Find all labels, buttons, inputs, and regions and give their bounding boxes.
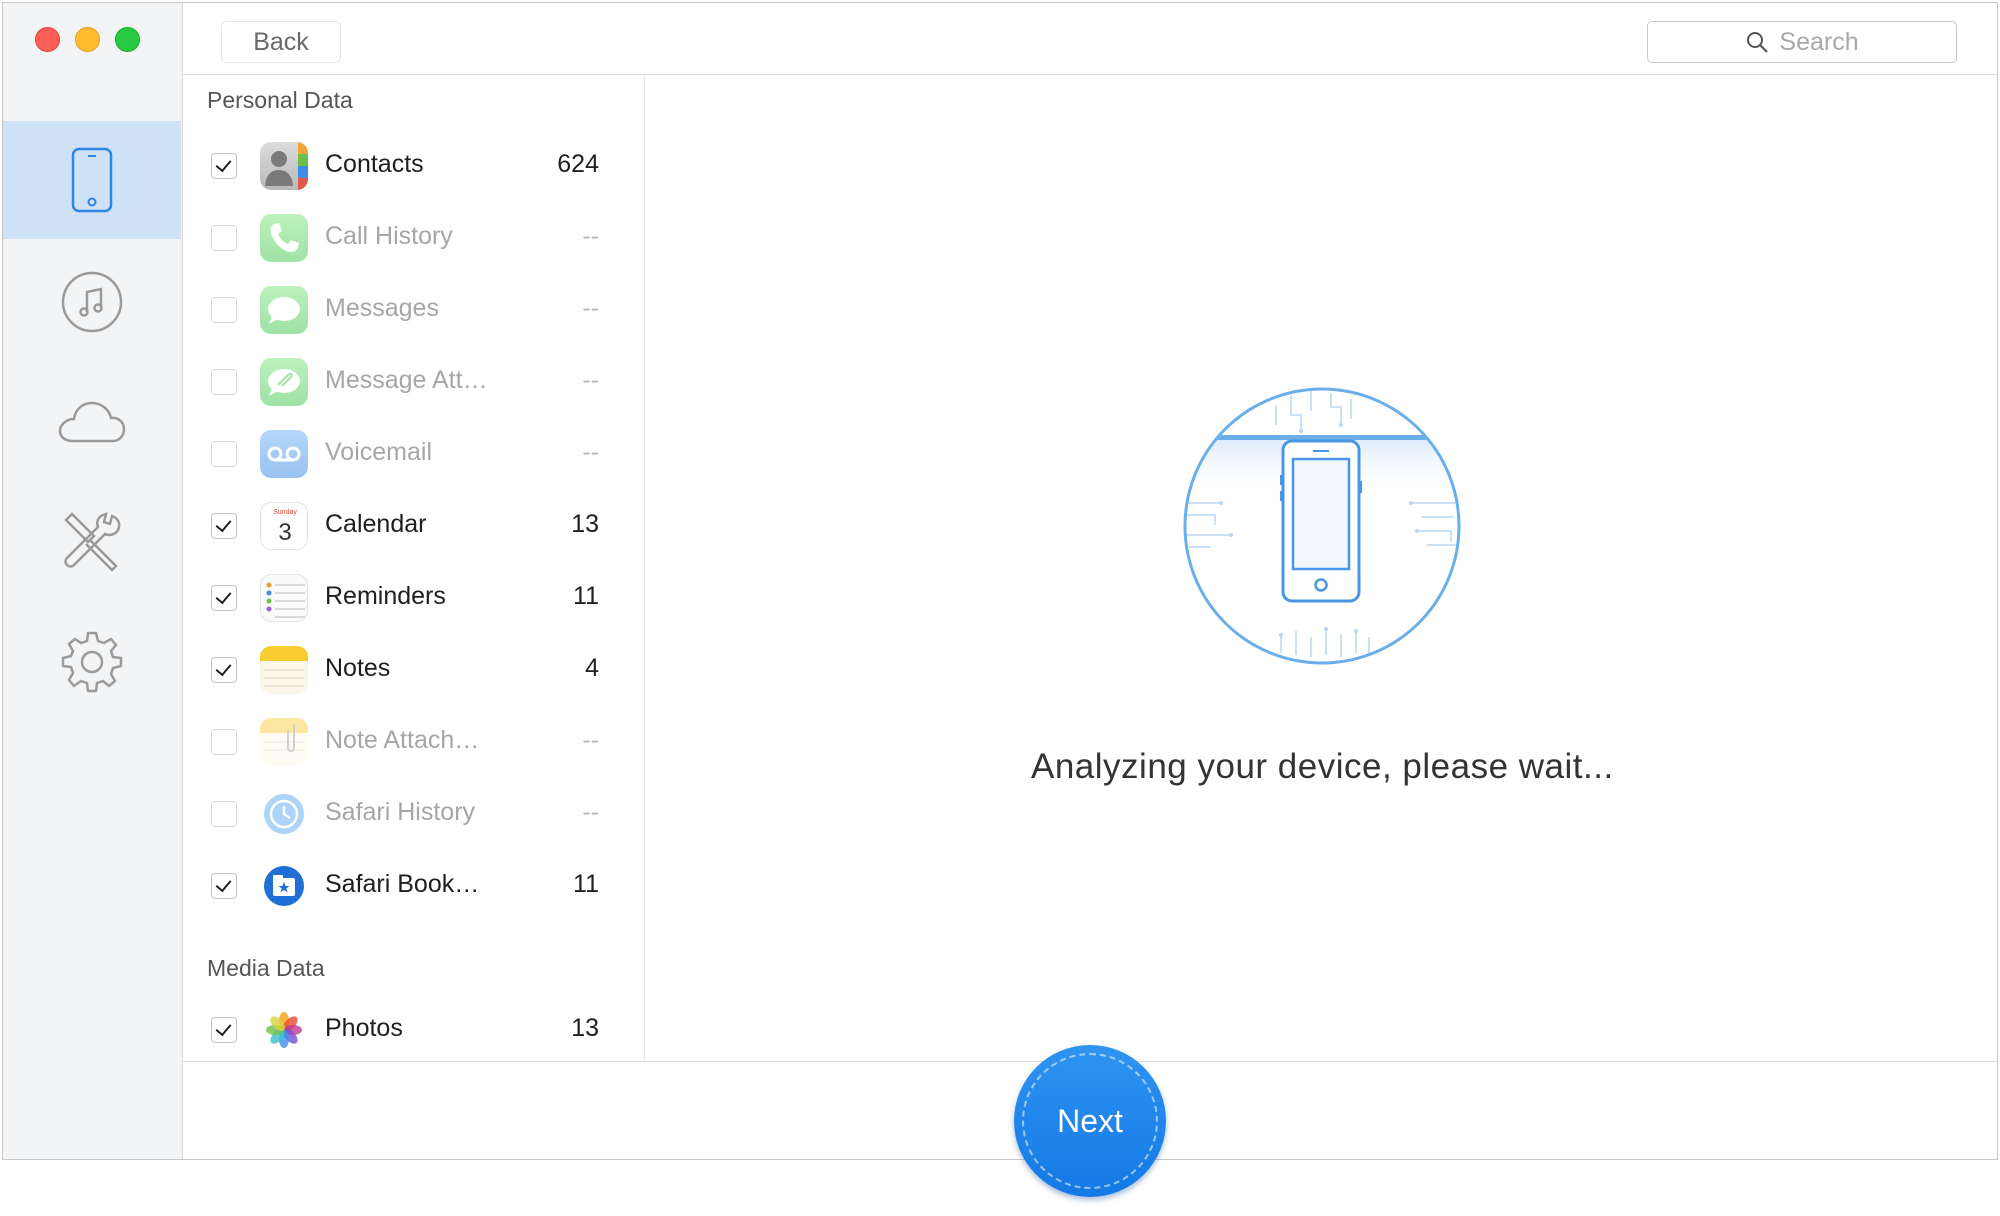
sidebar-item-tools[interactable] — [3, 483, 181, 601]
note-attachment-icon — [260, 718, 308, 766]
maximize-window-button[interactable] — [115, 27, 140, 52]
message-attachments-checkbox[interactable] — [211, 369, 237, 395]
contacts-label: Contacts — [325, 150, 424, 178]
contacts-icon — [260, 142, 308, 190]
list-item-voicemail[interactable]: Voicemail -- — [183, 418, 643, 490]
status-message: Analyzing your device, please wait... — [1031, 747, 1614, 786]
voicemail-count: -- — [582, 438, 599, 466]
phone-icon — [71, 147, 113, 213]
notes-icon — [260, 646, 308, 694]
data-category-list: Personal Data Contacts 624 Call History … — [183, 75, 645, 1061]
analyzing-device-illustration — [1183, 387, 1461, 665]
photos-count: 13 — [571, 1014, 599, 1042]
contacts-count: 624 — [557, 150, 599, 178]
message-attachment-icon — [260, 358, 308, 406]
calendar-count: 13 — [571, 510, 599, 538]
search-placeholder: Search — [1779, 27, 1859, 56]
list-item-notes[interactable]: Notes 4 — [183, 634, 643, 706]
safari-bookmarks-icon — [260, 862, 308, 910]
reminders-count: 11 — [573, 582, 599, 610]
calendar-label: Calendar — [325, 510, 427, 538]
gear-icon — [61, 631, 123, 693]
list-item-reminders[interactable]: Reminders 11 — [183, 562, 643, 634]
search-icon — [1747, 32, 1769, 53]
safari-history-checkbox[interactable] — [211, 801, 237, 827]
calendar-checkbox[interactable] — [211, 513, 237, 539]
notes-checkbox[interactable] — [211, 657, 237, 683]
messages-icon — [260, 286, 308, 334]
sidebar-item-settings[interactable] — [3, 603, 181, 721]
messages-count: -- — [582, 294, 599, 322]
safari-history-count: -- — [582, 798, 599, 826]
app-window: Back Search Personal Data Contacts 624 C… — [2, 2, 1998, 1160]
list-item-messages[interactable]: Messages -- — [183, 274, 643, 346]
safari-bookmarks-checkbox[interactable] — [211, 873, 237, 899]
toolbar: Back Search — [183, 3, 1997, 75]
sidebar-item-device[interactable] — [3, 121, 181, 239]
section-title-media: Media Data — [207, 955, 325, 981]
call-history-count: -- — [582, 222, 599, 250]
photos-checkbox[interactable] — [211, 1017, 237, 1043]
notes-label: Notes — [325, 654, 391, 682]
list-item-message-attachments[interactable]: Message Att… -- — [183, 346, 643, 418]
message-attachments-label: Message Att… — [325, 366, 488, 394]
reminders-icon — [260, 574, 308, 622]
list-item-note-attachments[interactable]: Note Attach… -- — [183, 706, 643, 778]
note-attachments-checkbox[interactable] — [211, 729, 237, 755]
voicemail-label: Voicemail — [325, 438, 432, 466]
cloud-icon — [58, 401, 126, 443]
music-icon — [61, 271, 123, 333]
list-item-safari-bookmarks[interactable]: Safari Book… 11 — [183, 850, 643, 922]
phone-call-icon — [260, 214, 308, 262]
call-history-checkbox[interactable] — [211, 225, 237, 251]
photos-icon — [260, 1006, 308, 1054]
call-history-label: Call History — [325, 222, 453, 250]
note-attachments-count: -- — [582, 726, 599, 754]
reminders-label: Reminders — [325, 582, 446, 610]
sidebar-item-music[interactable] — [3, 243, 181, 361]
list-item-call-history[interactable]: Call History -- — [183, 202, 643, 274]
safari-history-icon — [260, 790, 308, 838]
back-button[interactable]: Back — [221, 21, 341, 63]
next-button-label: Next — [1057, 1102, 1123, 1139]
sidebar-item-icloud[interactable] — [3, 363, 181, 481]
reminders-checkbox[interactable] — [211, 585, 237, 611]
notes-count: 4 — [585, 654, 599, 682]
voicemail-icon — [260, 430, 308, 478]
list-item-photos[interactable]: Photos 13 — [183, 994, 643, 1066]
contacts-checkbox[interactable] — [211, 153, 237, 179]
photos-label: Photos — [325, 1014, 403, 1042]
list-item-contacts[interactable]: Contacts 624 — [183, 130, 643, 202]
next-button[interactable]: Next — [1014, 1045, 1166, 1197]
list-item-calendar[interactable]: Sunday 3 Calendar 13 — [183, 490, 643, 562]
safari-bookmarks-count: 11 — [573, 870, 599, 898]
messages-checkbox[interactable] — [211, 297, 237, 323]
tools-icon — [64, 512, 121, 572]
search-input[interactable]: Search — [1647, 21, 1957, 63]
list-item-safari-history[interactable]: Safari History -- — [183, 778, 643, 850]
voicemail-checkbox[interactable] — [211, 441, 237, 467]
calendar-icon-date: 3 — [278, 519, 291, 546]
safari-history-label: Safari History — [325, 798, 476, 826]
safari-bookmarks-label: Safari Book… — [325, 870, 480, 898]
minimize-window-button[interactable] — [75, 27, 100, 52]
calendar-icon-day: Sunday — [273, 509, 297, 516]
section-title-personal: Personal Data — [207, 87, 353, 113]
close-window-button[interactable] — [35, 27, 60, 52]
message-attachments-count: -- — [582, 366, 599, 394]
sidebar — [3, 3, 183, 1159]
note-attachments-label: Note Attach… — [325, 726, 480, 754]
calendar-icon: Sunday 3 — [260, 502, 308, 550]
messages-label: Messages — [325, 294, 439, 322]
